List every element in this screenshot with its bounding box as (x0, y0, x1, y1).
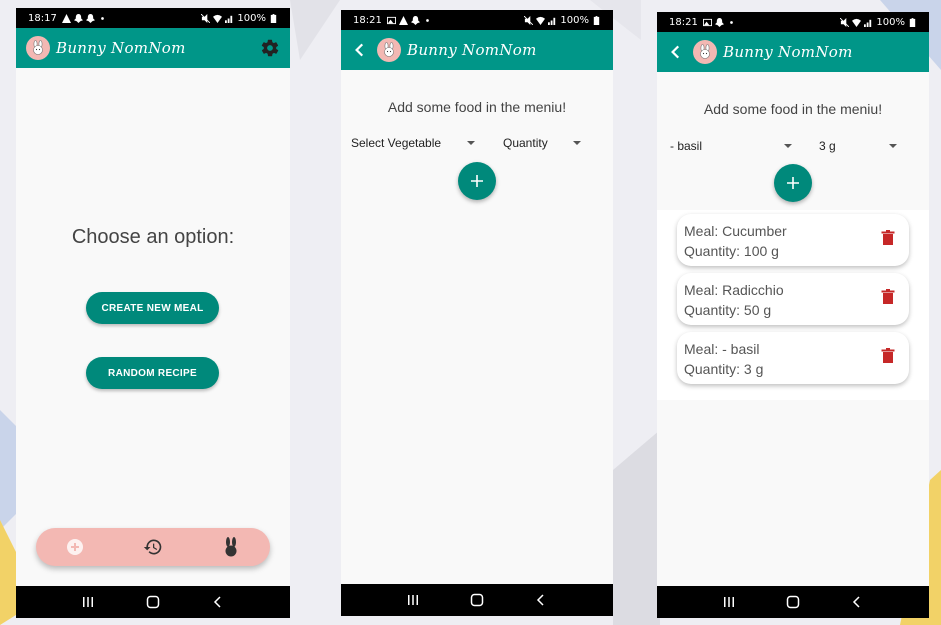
signal-icon (548, 17, 556, 25)
status-time: 18:21 (353, 14, 382, 26)
mute-icon (840, 17, 850, 27)
settings-gear-icon[interactable] (260, 38, 280, 58)
system-nav-bar (657, 586, 929, 618)
status-time: 18:21 (669, 16, 698, 28)
create-new-meal-button[interactable]: CREATE NEW MEAL (86, 292, 219, 324)
vegetable-select[interactable]: Select Vegetable (351, 136, 475, 150)
image-icon (702, 18, 712, 26)
meal-list: Meal: Cucumber Quantity: 100 g Meal: Rad… (657, 210, 929, 400)
recents-icon[interactable] (80, 594, 96, 610)
warning-icon (398, 15, 408, 25)
bunny-icon[interactable] (221, 537, 241, 557)
meal-name: Meal: Cucumber (684, 223, 787, 239)
battery-level: 100% (237, 12, 266, 24)
delete-trash-icon[interactable] (881, 230, 895, 246)
warning-icon (61, 13, 71, 23)
battery-level: 100% (560, 14, 589, 26)
meal-quantity: Quantity: 100 g (684, 243, 779, 259)
back-arrow-icon[interactable] (351, 41, 369, 59)
home-icon[interactable] (785, 594, 801, 610)
app-title: Bunny NomNom (723, 43, 853, 61)
system-nav-bar (16, 586, 290, 618)
home-icon[interactable] (469, 592, 485, 608)
screen-add-meal-filled: 18:21 100% Bunny NomNom Add some food in… (657, 12, 929, 618)
chevron-down-icon (573, 141, 581, 145)
meal-card: Meal: Cucumber Quantity: 100 g (677, 214, 909, 266)
vegetable-select-value: - basil (670, 139, 703, 153)
app-bar: Bunny NomNom (657, 32, 929, 72)
dot-icon (729, 20, 733, 24)
battery-icon (593, 15, 600, 25)
wifi-icon (536, 16, 546, 25)
screen-add-meal-empty: 18:21 100% Bunny NomNom Add some food in… (341, 10, 613, 616)
plus-icon (471, 175, 483, 187)
status-bar: 18:21 100% (657, 12, 929, 32)
recents-icon[interactable] (405, 592, 421, 608)
status-time: 18:17 (28, 12, 57, 24)
vegetable-select[interactable]: - basil (670, 139, 792, 153)
plus-icon (787, 177, 799, 189)
add-food-hint: Add some food in the meniu! (703, 101, 883, 117)
app-title: Bunny NomNom (56, 39, 186, 57)
bunny-logo-icon (693, 40, 717, 64)
chevron-down-icon (467, 141, 475, 145)
wifi-icon (213, 14, 223, 23)
chevron-down-icon (784, 144, 792, 148)
quantity-select-value: 3 g (819, 139, 836, 153)
add-food-button[interactable] (774, 164, 812, 202)
snapchat-icon (85, 13, 95, 23)
recents-icon[interactable] (721, 594, 737, 610)
add-food-hint: Add some food in the meniu! (387, 99, 567, 115)
app-title: Bunny NomNom (407, 41, 537, 59)
snapchat-icon (410, 15, 420, 25)
back-arrow-icon[interactable] (667, 43, 685, 61)
add-food-button[interactable] (458, 162, 496, 200)
quantity-select[interactable]: 3 g (819, 139, 897, 153)
battery-level: 100% (876, 16, 905, 28)
meal-quantity: Quantity: 50 g (684, 302, 772, 318)
dot-icon (100, 16, 104, 20)
delete-trash-icon[interactable] (881, 289, 895, 305)
vegetable-select-value: Select Vegetable (351, 136, 442, 150)
status-bar: 18:17 100% (16, 8, 290, 28)
system-nav-bar (341, 584, 613, 616)
battery-icon (909, 17, 916, 27)
back-nav-icon[interactable] (849, 594, 865, 610)
back-nav-icon[interactable] (533, 592, 549, 608)
status-bar: 18:21 100% (341, 10, 613, 30)
history-icon[interactable] (143, 537, 163, 557)
app-bar: Bunny NomNom (341, 30, 613, 70)
screen-home: 18:17 100% Bunny NomNom Choose an option… (16, 8, 290, 618)
image-icon (386, 16, 396, 24)
back-nav-icon[interactable] (210, 594, 226, 610)
delete-trash-icon[interactable] (881, 348, 895, 364)
battery-icon (270, 13, 277, 23)
quantity-select-value: Quantity (503, 136, 548, 150)
home-icon[interactable] (145, 594, 161, 610)
wifi-icon (852, 18, 862, 27)
dot-icon (425, 18, 429, 22)
add-circle-icon[interactable] (65, 537, 85, 557)
snapchat-icon (714, 17, 724, 27)
random-recipe-button[interactable]: RANDOM RECIPE (86, 357, 219, 389)
chevron-down-icon (889, 144, 897, 148)
mute-icon (524, 15, 534, 25)
meal-name: Meal: - basil (684, 341, 760, 357)
meal-card: Meal: Radicchio Quantity: 50 g (677, 273, 909, 325)
signal-icon (864, 19, 872, 27)
meal-quantity: Quantity: 3 g (684, 361, 764, 377)
bunny-logo-icon (26, 36, 50, 60)
mute-icon (201, 13, 211, 23)
choose-option-heading: Choose an option: (71, 226, 235, 248)
quantity-select[interactable]: Quantity (503, 136, 581, 150)
snapchat-icon (73, 13, 83, 23)
signal-icon (225, 15, 233, 23)
bottom-navigation (36, 528, 270, 566)
meal-name: Meal: Radicchio (684, 282, 784, 298)
meal-card: Meal: - basil Quantity: 3 g (677, 332, 909, 384)
app-bar: Bunny NomNom (16, 28, 290, 68)
bunny-logo-icon (377, 38, 401, 62)
